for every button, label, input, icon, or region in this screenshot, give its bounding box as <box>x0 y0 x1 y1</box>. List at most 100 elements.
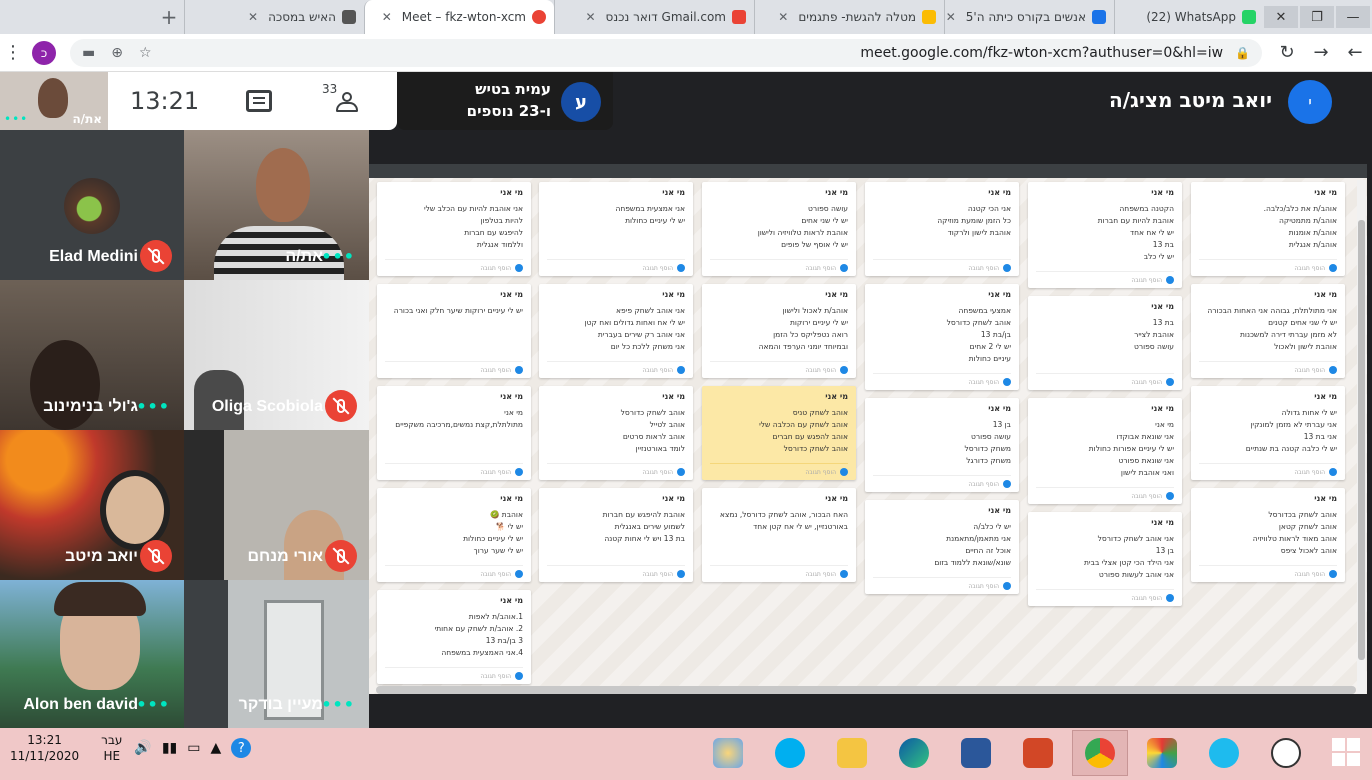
help-icon[interactable]: ? <box>231 738 252 758</box>
add-comment-field[interactable]: הוסף תגובה <box>385 565 523 578</box>
post-card[interactable]: מי אני אוהב/ת לאכול ולישון יש לי עיניים י… <box>702 284 856 378</box>
network-icon[interactable]: ▮▮ <box>162 740 177 756</box>
language-indicator[interactable]: עבר HE <box>101 732 122 764</box>
add-comment-field[interactable]: הוסף תגובה <box>547 259 685 272</box>
chrome-app-icon[interactable] <box>1072 730 1128 776</box>
horizontal-scrollbar[interactable] <box>376 686 1356 694</box>
start-button[interactable] <box>1332 738 1360 766</box>
add-comment-field[interactable]: הוסף תגובה <box>1036 487 1174 500</box>
close-tab-icon[interactable]: ✕ <box>585 10 595 24</box>
post-card[interactable]: מי אני אוהב/ת את כלב/כלבה. אוהב/ת מתמטיקה… <box>1191 182 1345 276</box>
post-card[interactable]: מי אני אני אוהבת להיות עם הכלב שלי להיות … <box>377 182 531 276</box>
powerpoint-app-icon[interactable] <box>1010 730 1066 776</box>
post-card[interactable]: מי אני אוהב לשחק בכדורסל אוהב לשחק קטאן א… <box>1191 488 1345 582</box>
minimize-window-button[interactable]: — <box>1336 6 1370 28</box>
post-card[interactable]: מי אני יש לי אחות גדולה אני עברתי לא מזמן… <box>1191 386 1345 480</box>
participant-tile[interactable]: אורי מנחם <box>184 430 369 580</box>
post-card[interactable]: מי אני מי אני מתולתלת,קצת נמשים,מרכיבה מש… <box>377 386 531 480</box>
self-view[interactable]: את/ה ••• <box>0 72 108 130</box>
more-options-icon[interactable]: ••• <box>4 112 28 126</box>
post-card[interactable]: מי אני אוהב לשחק טניס אוהב לשחק עם הכלבה … <box>702 386 856 480</box>
new-tab-button[interactable]: + <box>154 5 184 29</box>
tab-mask[interactable]: האיש במסכה ✕ <box>184 0 364 34</box>
cast-icon[interactable]: ▬ <box>82 45 95 61</box>
add-comment-field[interactable]: הוסף תגובה <box>385 667 523 680</box>
tab-meet[interactable]: Meet – fkz-wton-xcm ✕ <box>364 0 554 34</box>
star-icon[interactable]: ☆ <box>139 45 152 61</box>
add-comment-field[interactable]: הוסף תגובה <box>710 259 848 272</box>
puzzle-app-icon[interactable] <box>1134 730 1190 776</box>
chat-icon[interactable] <box>246 90 272 112</box>
tab-gmail[interactable]: דואר נכנס Gmail.com ✕ <box>554 0 754 34</box>
internet-explorer-icon[interactable] <box>1196 730 1252 776</box>
active-speaker-box[interactable]: ע עמית בטיש ו-23 נוספים <box>397 72 613 130</box>
more-options-icon[interactable]: ••• <box>321 695 355 714</box>
vertical-scrollbar[interactable] <box>1357 180 1366 694</box>
post-card[interactable]: מי אני אוהבת 🥝 יש לי 🐕 יש לי עיניים כחולו… <box>377 488 531 582</box>
battery-icon[interactable]: ▭ <box>187 740 200 756</box>
zoom-icon[interactable]: ⊕ <box>111 45 123 61</box>
close-tab-icon[interactable]: ✕ <box>778 10 788 24</box>
paint-app-icon[interactable] <box>700 730 756 776</box>
post-card[interactable]: מי אני הקטנה במשפחה אוהבת להיות עם חברות … <box>1028 182 1182 288</box>
add-comment-field[interactable]: הוסף תגובה <box>385 259 523 272</box>
browser-menu-icon[interactable]: ⋮ <box>0 42 26 63</box>
post-card[interactable]: מי אני אני אוהב לשחק פיפא יש לי אח ואחות … <box>539 284 693 378</box>
post-card[interactable]: מי אני עושה ספורט יש לי שני אחים אוהבת לר… <box>702 182 856 276</box>
tab-course-people[interactable]: אנשים בקורס כיתה ה'5 ✕ <box>944 0 1114 34</box>
participant-tile[interactable]: יואב מיטב <box>0 430 184 580</box>
close-tab-icon[interactable]: ✕ <box>946 10 956 24</box>
post-card[interactable]: מי אני האח הבכור, אוהב לשחק כדורסל, נמצא … <box>702 488 856 582</box>
add-comment-field[interactable]: הוסף תגובה <box>385 361 523 374</box>
url-field[interactable]: 🔒 meet.google.com/fkz-wton-xcm?authuser=… <box>70 38 1262 67</box>
add-comment-field[interactable]: הוסף תגובה <box>710 463 848 476</box>
post-card[interactable]: מי אני אוהב לשחק כדורסל אוהב לטייל אוהב ל… <box>539 386 693 480</box>
add-comment-field[interactable]: הוסף תגובה <box>873 475 1011 488</box>
add-comment-field[interactable]: הוסף תגובה <box>1199 259 1337 272</box>
post-card[interactable]: מי אני יש לי עיניים ירוקות שיער חלק ואני … <box>377 284 531 378</box>
add-comment-field[interactable]: הוסף תגובה <box>1199 463 1337 476</box>
add-comment-field[interactable]: הוסף תגובה <box>385 463 523 476</box>
participant-tile[interactable]: ג'ולי בנימינוב ••• <box>0 280 184 430</box>
add-comment-field[interactable]: הוסף תגובה <box>547 361 685 374</box>
post-card[interactable]: מי אני אמצעי במשפחה אוהב לשחק כדורסל בן/ב… <box>865 284 1019 390</box>
participant-tile[interactable]: Alon ben david ••• <box>0 580 184 728</box>
scroll-thumb[interactable] <box>1358 220 1365 660</box>
tab-whatsapp[interactable]: (22) WhatsApp <box>1114 0 1264 34</box>
post-card[interactable]: מי אני אני אוהב לשחק כדורסל בן 13 אני היל… <box>1028 512 1182 606</box>
clock[interactable]: 13:21 11/11/2020 <box>10 732 79 764</box>
edge-app-icon[interactable] <box>886 730 942 776</box>
more-options-icon[interactable]: ••• <box>321 247 355 266</box>
add-comment-field[interactable]: הוסף תגובה <box>1036 373 1174 386</box>
shared-padlet-board[interactable]: מי אני אוהב/ת את כלב/כלבה. אוהב/ת מתמטיקה… <box>369 164 1367 694</box>
close-tab-icon[interactable]: ✕ <box>248 10 258 24</box>
post-card[interactable]: מי אני בן 13 עושה ספורט משחק כדורסל משחק … <box>865 398 1019 492</box>
close-window-button[interactable]: ✕ <box>1264 6 1298 28</box>
restore-window-button[interactable]: ❐ <box>1300 6 1334 28</box>
tab-assignment[interactable]: מטלה להגשת- פתגמים ✕ <box>754 0 944 34</box>
post-card[interactable]: מי אני אני אמצעית במשפחה יש לי עיניים כחו… <box>539 182 693 276</box>
participant-tile[interactable]: מעיין בודקר ••• <box>184 580 369 728</box>
post-card[interactable]: מי אני מי אני אני שונאת אבוקדו יש לי עיני… <box>1028 398 1182 504</box>
forward-arrow-icon[interactable]: → <box>1304 42 1338 63</box>
add-comment-field[interactable]: הוסף תגובה <box>547 463 685 476</box>
people-icon[interactable]: 33 <box>322 82 362 116</box>
add-comment-field[interactable]: הוסף תגובה <box>1036 589 1174 602</box>
post-card[interactable]: מי אני אוהבת להיפגש עם חברות לשמוע שירים … <box>539 488 693 582</box>
add-comment-field[interactable]: הוסף תגובה <box>547 565 685 578</box>
file-explorer-icon[interactable] <box>824 730 880 776</box>
add-comment-field[interactable]: הוסף תגובה <box>1036 271 1174 284</box>
add-comment-field[interactable]: הוסף תגובה <box>710 361 848 374</box>
word-app-icon[interactable] <box>948 730 1004 776</box>
participant-tile[interactable]: את/ה ••• <box>184 130 369 280</box>
more-options-icon[interactable]: ••• <box>136 397 170 416</box>
add-comment-field[interactable]: הוסף תגובה <box>1199 565 1337 578</box>
participant-tile[interactable]: Elad Medini <box>0 130 184 280</box>
post-card[interactable]: מי אני יש לי כלב/ה אני מתאמן/מתאמנת אוכל … <box>865 500 1019 594</box>
add-comment-field[interactable]: הוסף תגובה <box>710 565 848 578</box>
post-card[interactable]: מי אני בת 13 אוהבת לצייר עושה ספורט הוסף ת… <box>1028 296 1182 390</box>
close-tab-icon[interactable]: ✕ <box>382 10 392 24</box>
hp-app-icon[interactable] <box>1258 730 1314 776</box>
reload-icon[interactable]: ↻ <box>1270 42 1304 63</box>
skype-app-icon[interactable] <box>762 730 818 776</box>
